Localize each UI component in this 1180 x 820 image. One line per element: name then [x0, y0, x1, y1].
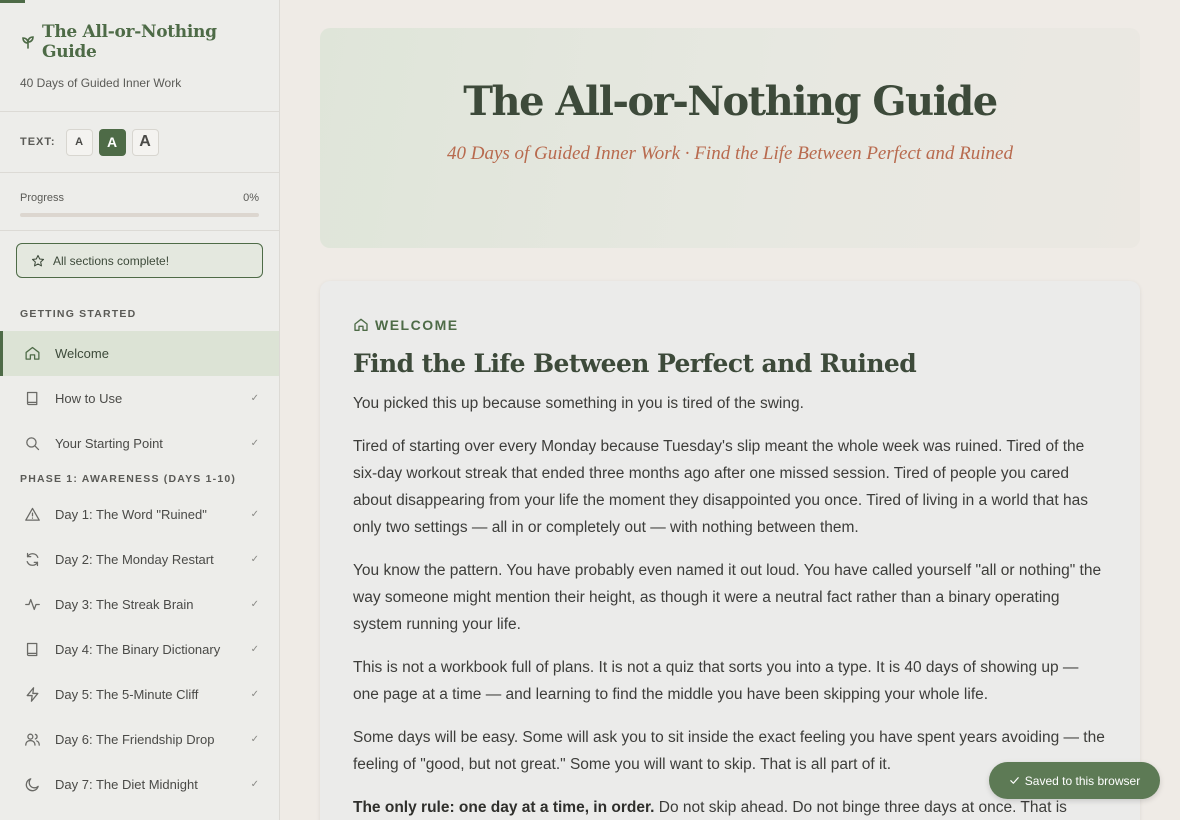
search-icon	[26, 437, 40, 451]
sidebar-item-day-1[interactable]: Day 1: The Word "Ruined" ✓	[0, 492, 279, 537]
moon-icon	[25, 778, 39, 792]
sidebar-item-day-7[interactable]: Day 7: The Diet Midnight ✓	[0, 762, 279, 807]
progress-value: 0%	[243, 192, 259, 204]
complete-badge[interactable]: All sections complete!	[16, 243, 263, 278]
sidebar-item-label: Your Starting Point	[55, 436, 163, 451]
brand-title-text: The All-or-Nothing Guide	[42, 22, 217, 62]
book-icon	[26, 642, 38, 657]
sidebar: The All-or-Nothing Guide 40 Days of Guid…	[0, 0, 280, 820]
sidebar-item-label: Day 6: The Friendship Drop	[55, 732, 215, 747]
home-icon	[25, 346, 40, 360]
check-icon: ✓	[250, 554, 259, 565]
sidebar-item-label: How to Use	[55, 391, 123, 406]
card-paragraph: You know the pattern. You have probably …	[353, 562, 1102, 633]
sidebar-item-label: Day 2: The Monday Restart	[55, 552, 214, 567]
card-eyebrow-text: WELCOME	[375, 317, 459, 333]
sidebar-item-welcome[interactable]: Welcome	[0, 331, 279, 376]
check-icon: ✓	[250, 599, 259, 610]
card-rule-bold: The only rule: one day at a time, in ord…	[353, 799, 655, 816]
sidebar-item-how-to-use[interactable]: How to Use ✓	[0, 376, 279, 421]
sidebar-item-day-2[interactable]: Day 2: The Monday Restart ✓	[0, 537, 279, 582]
sidebar-item-day-4[interactable]: Day 4: The Binary Dictionary ✓	[0, 627, 279, 672]
warning-icon	[25, 507, 40, 521]
sidebar-item-day-6[interactable]: Day 6: The Friendship Drop ✓	[0, 717, 279, 762]
text-size-large-button[interactable]: A	[131, 128, 159, 156]
check-icon	[1010, 777, 1019, 784]
text-size-label: TEXT:	[20, 136, 56, 148]
users-icon	[25, 733, 40, 746]
check-icon: ✓	[250, 779, 259, 790]
complete-badge-text: All sections complete!	[53, 253, 170, 268]
progress-section: Progress 0%	[0, 173, 279, 231]
sidebar-item-label: Day 1: The Word "Ruined"	[55, 507, 207, 522]
sidebar-item-day-5[interactable]: Day 5: The 5-Minute Cliff ✓	[0, 672, 279, 717]
sidebar-item-label: Welcome	[55, 346, 109, 361]
brand: The All-or-Nothing Guide 40 Days of Guid…	[0, 0, 279, 112]
hero-banner: The All-or-Nothing Guide 40 Days of Guid…	[320, 28, 1140, 248]
leaf-icon	[22, 36, 34, 49]
welcome-card: WELCOME Find the Life Between Perfect an…	[320, 281, 1140, 820]
text-size-medium-button[interactable]: A	[98, 128, 126, 156]
home-icon	[354, 318, 368, 331]
card-paragraph: Tired of starting over every Monday beca…	[353, 438, 1088, 536]
sidebar-item-label: Day 4: The Binary Dictionary	[55, 642, 221, 657]
hero-subtitle: 40 Days of Guided Inner Work · Find the …	[446, 143, 1013, 164]
sidebar-item-day-3[interactable]: Day 3: The Streak Brain ✓	[0, 582, 279, 627]
check-icon: ✓	[250, 509, 259, 520]
sidebar-item-label: Day 5: The 5-Minute Cliff	[55, 687, 199, 702]
brand-title[interactable]: The All-or-Nothing Guide	[20, 22, 259, 62]
card-paragraph: You picked this up because something in …	[353, 395, 804, 412]
sidebar-item-starting-point[interactable]: Your Starting Point ✓	[0, 421, 279, 466]
star-icon	[31, 254, 45, 266]
saved-toast: Saved to this browser	[989, 762, 1160, 799]
activity-icon	[25, 598, 40, 611]
nav-section-getting-started: GETTING STARTED	[20, 308, 137, 320]
card-rule-text: Do not skip ahead. Do not binge three da…	[654, 799, 1067, 816]
sidebar-item-label: Day 3: The Streak Brain	[55, 597, 194, 612]
check-icon: ✓	[250, 689, 259, 700]
sidebar-item-label: Day 7: The Diet Midnight	[55, 777, 198, 792]
check-icon: ✓	[250, 438, 259, 449]
refresh-icon	[26, 552, 39, 567]
check-icon: ✓	[250, 644, 259, 655]
check-icon: ✓	[250, 393, 259, 404]
text-size-small-button[interactable]: A	[65, 128, 93, 156]
saved-toast-text: Saved to this browser	[1024, 773, 1141, 788]
text-size-control: TEXT: A A A	[0, 112, 279, 173]
card-rule-paragraph: The only rule: one day at a time, in ord…	[353, 794, 1107, 820]
card-eyebrow: WELCOME	[353, 317, 1107, 333]
hero-title: The All-or-Nothing Guide	[463, 78, 998, 125]
nav-section-phase-1: PHASE 1: AWARENESS (DAYS 1-10)	[20, 473, 237, 485]
top-accent-bar	[0, 0, 25, 3]
main-content: The All-or-Nothing Guide 40 Days of Guid…	[280, 0, 1180, 820]
progress-bar	[20, 213, 259, 217]
book-icon	[26, 391, 38, 406]
card-title: Find the Life Between Perfect and Ruined	[353, 349, 917, 378]
lightning-icon	[26, 687, 39, 702]
card-paragraph: This is not a workbook full of plans. It…	[353, 659, 1079, 703]
progress-label: Progress	[20, 192, 65, 204]
brand-subtitle: 40 Days of Guided Inner Work	[20, 76, 182, 90]
check-icon: ✓	[250, 734, 259, 745]
